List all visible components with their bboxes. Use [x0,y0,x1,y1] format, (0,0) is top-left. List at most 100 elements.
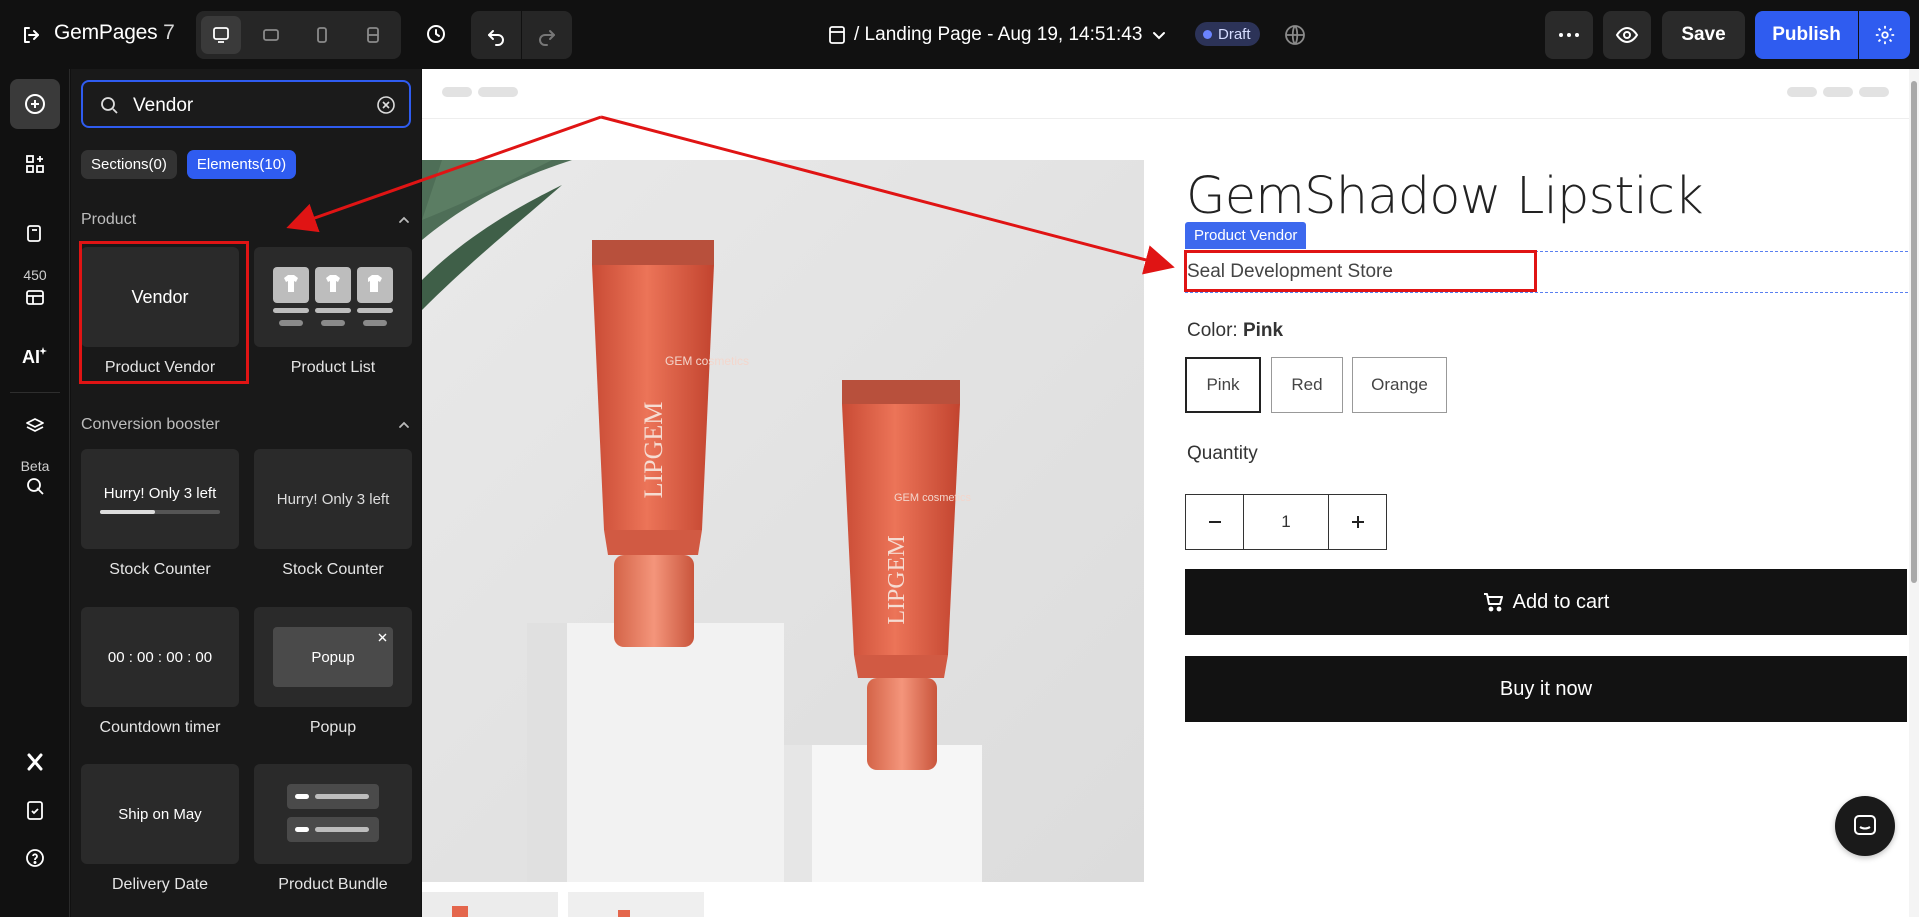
tab-elements[interactable]: Elements(10) [186,150,297,179]
ai-icon: AI [22,347,47,367]
header-skeleton [1823,87,1853,97]
decrease-quantity-button[interactable] [1186,495,1243,549]
group-header-product[interactable]: Product [81,209,411,231]
ai-button[interactable]: AI [10,331,60,381]
quantity-stepper: 1 [1185,494,1387,550]
left-rail: 450 AI Beta [0,69,70,917]
publish-settings-button[interactable] [1859,11,1910,59]
inspector-button[interactable] [10,461,60,511]
undo-redo-group [471,11,572,59]
checklist-button[interactable] [10,785,60,835]
apps-icon [26,155,44,173]
chevron-up-icon [399,421,409,428]
variant-swatch-red[interactable]: Red [1271,357,1343,413]
search-input[interactable]: Vendor [81,80,411,128]
selected-element-tag[interactable]: Product Vendor [1185,222,1307,249]
scrollbar-thumb[interactable] [1911,81,1917,583]
quantity-label: Quantity [1187,443,1258,464]
color-label: Color: Pink [1187,320,1283,342]
product-image[interactable]: GEM cosmetics LIPGEM GEM cosmetics LIPGE… [422,160,1144,882]
element-card-product-bundle[interactable]: Product Bundle [254,764,412,894]
status-badge: Draft [1195,22,1260,46]
apps-button[interactable] [10,139,60,189]
element-preview: 00 : 00 : 00 : 00 [81,607,239,707]
status-dot [1203,29,1212,39]
layers-button[interactable] [10,402,60,452]
element-card-stock-counter-alt[interactable]: Hurry! Only 3 left Stock Counter [254,449,412,579]
add-element-button[interactable] [10,79,60,129]
group-title: Product [81,211,137,228]
laptop-device-button[interactable] [251,16,291,54]
search-value: Vendor [133,95,194,116]
color-label-text: Color: [1187,320,1238,341]
publish-button[interactable]: Publish [1755,11,1858,59]
status-label: Draft [1218,25,1251,43]
exit-icon[interactable] [20,24,42,46]
quantity-input[interactable]: 1 [1243,495,1329,549]
element-card-product-list[interactable]: Product List [254,247,412,377]
tab-sections[interactable]: Sections(0) [81,150,177,179]
x-logo-icon [27,753,43,771]
element-card-stock-counter[interactable]: Hurry! Only 3 left Stock Counter [81,449,239,579]
search-icon [101,97,118,114]
element-label: Countdown timer [99,719,221,736]
preview-text: Ship on May [118,805,202,823]
gear-icon [1875,25,1894,45]
element-card-product-vendor[interactable]: Vendor Product Vendor [81,247,239,377]
templates-button[interactable] [10,271,60,321]
element-label: Stock Counter [282,561,384,578]
filter-tabs: Sections(0) Elements(10) [81,150,297,179]
page-selector[interactable]: / Landing Page - Aug 19, 14:51:43 [828,22,1168,48]
add-to-cart-button[interactable]: Add to cart [1185,569,1907,635]
target-icon [27,478,44,495]
preview-text: Hurry! Only 3 left [276,490,390,508]
clear-search-icon[interactable] [375,94,397,116]
buy-now-button[interactable]: Buy it now [1185,656,1907,722]
chat-button[interactable] [1835,796,1895,856]
header-skeleton [478,87,518,97]
save-button[interactable]: Save [1662,11,1745,59]
variant-swatch-pink[interactable]: Pink [1185,357,1261,413]
variant-swatch-orange[interactable]: Orange [1352,357,1447,413]
element-preview: Ship on May [81,764,239,864]
desktop-device-button[interactable] [201,16,241,54]
element-card-countdown-timer[interactable]: 00 : 00 : 00 : 00 Countdown timer [81,607,239,737]
thumbnail[interactable] [422,892,558,917]
preview-text: Vendor [131,286,189,307]
element-preview: Popup [254,607,412,707]
x-button[interactable] [10,737,60,787]
tube-brand: LIPGEM [884,535,910,624]
preview-button[interactable] [1603,11,1651,59]
element-label: Product List [290,359,376,376]
pages-button[interactable] [10,209,60,259]
stock-progress-bar [100,509,220,514]
page-canvas: GEM cosmetics LIPGEM GEM cosmetics LIPGE… [422,69,1919,917]
element-card-delivery-date[interactable]: Ship on May Delivery Date [81,764,239,894]
product-title[interactable]: GemShadow Lipstick [1186,167,1704,226]
svg-text:AI: AI [22,347,40,367]
color-value: Pink [1242,320,1284,341]
history-icon[interactable] [424,22,448,46]
increase-quantity-button[interactable] [1329,495,1386,549]
page-title: / Landing Page - Aug 19, 14:51:43 [854,24,1143,45]
more-icon [1559,33,1579,37]
minus-icon [1208,521,1221,523]
element-card-popup[interactable]: Popup Popup [254,607,412,737]
popup-preview-box: Popup [273,627,393,687]
custom-device-button[interactable] [353,16,393,54]
globe-icon[interactable] [1283,23,1307,47]
undo-icon[interactable] [484,23,508,47]
chat-icon [1854,815,1876,835]
thumbnail[interactable] [568,892,704,917]
header-skeleton [1859,87,1889,97]
element-preview: Hurry! Only 3 left [254,449,412,549]
product-vendor[interactable]: Seal Development Store [1187,261,1393,283]
help-button[interactable] [10,833,60,883]
element-label: Popup [309,719,357,736]
mobile-device-button[interactable] [302,16,342,54]
tube-logo: GEM cosmetics [894,492,972,504]
more-options-button[interactable] [1545,11,1593,59]
group-header-conversion-booster[interactable]: Conversion booster [81,414,411,436]
tube-brand: LIPGEM [639,402,668,499]
redo-icon[interactable] [535,23,559,47]
